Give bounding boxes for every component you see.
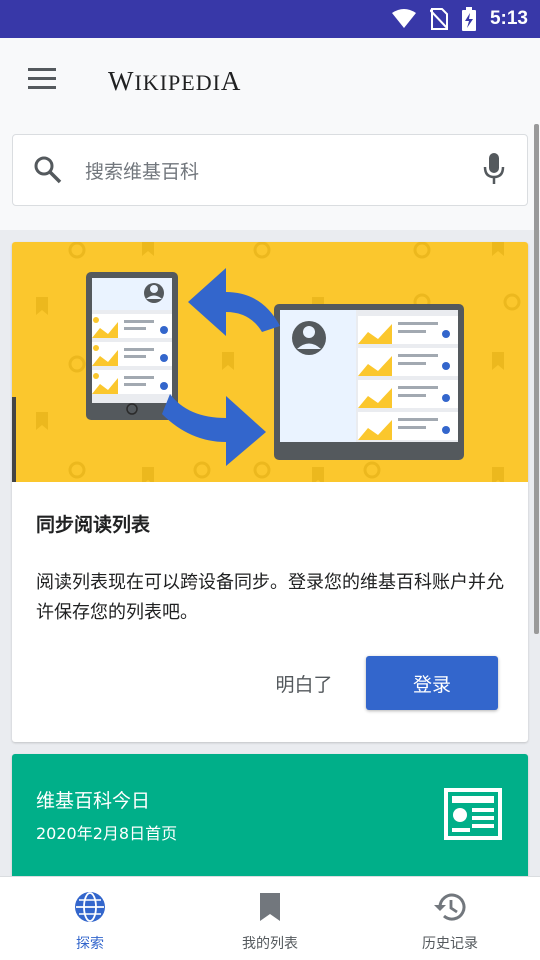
sync-illustration [12,242,528,482]
battery-charging-icon [461,7,476,31]
got-it-button[interactable]: 明白了 [244,656,364,710]
nav-history-label: 历史记录 [422,936,478,952]
sync-reading-lists-card: 同步阅读列表 阅读列表现在可以跨设备同步。登录您的维基百科账户并允许保存您的列表… [12,242,528,742]
nav-my-lists-label: 我的列表 [242,936,298,952]
featured-today-card[interactable]: 维基百科今日 2020年2月8日首页 [12,754,528,876]
search-input[interactable]: 搜索维基百科 [12,134,528,206]
status-bar: 5:13 [0,0,540,38]
app-bar: WIKIPEDIA [0,38,540,126]
no-sim-icon [429,8,448,30]
search-icon [34,156,62,184]
login-button[interactable]: 登录 [366,656,498,710]
today-card-title: 维基百科今日 [36,790,151,812]
nav-history[interactable]: 历史记录 [360,877,540,960]
sync-card-body: 阅读列表现在可以跨设备同步。登录您的维基百科账户并允许保存您的列表吧。 [36,572,504,623]
wifi-icon [391,9,416,28]
clock: 5:13 [489,8,528,29]
scrollbar[interactable] [534,124,539,634]
nav-my-lists[interactable]: 我的列表 [180,877,360,960]
search-placeholder: 搜索维基百科 [85,161,200,183]
sync-card-title: 同步阅读列表 [36,514,151,536]
menu-icon[interactable] [28,68,58,92]
nav-explore[interactable]: 探索 [0,877,180,960]
bottom-navigation: 探索 我的列表 历史记录 [0,876,540,960]
microphone-icon[interactable] [483,153,505,185]
explore-feed[interactable]: 同步阅读列表 阅读列表现在可以跨设备同步。登录您的维基百科账户并允许保存您的列表… [0,230,540,876]
nav-explore-label: 探索 [76,936,104,952]
globe-icon [75,892,105,922]
bookmark-icon [260,893,280,921]
search-area: 搜索维基百科 [0,126,540,230]
newspaper-icon [444,788,502,840]
today-card-date: 2020年2月8日首页 [36,824,178,843]
history-icon [434,893,466,921]
wikipedia-wordmark: WIKIPEDIA [108,66,242,96]
